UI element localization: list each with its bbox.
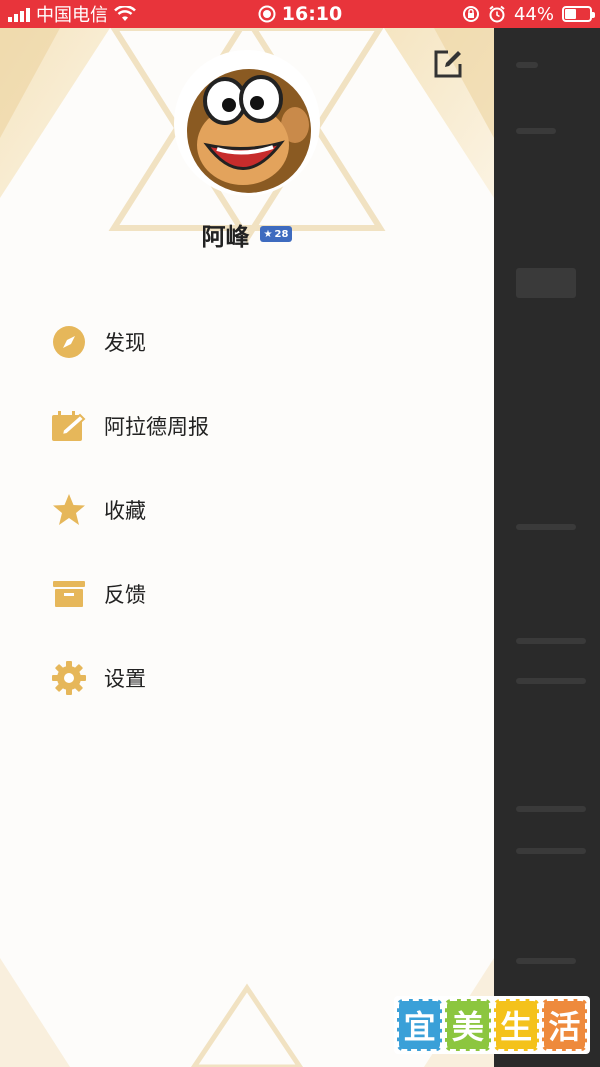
edit-icon xyxy=(434,50,462,78)
alarm-icon xyxy=(489,5,505,23)
menu-item-settings[interactable]: 设置 xyxy=(0,636,494,720)
menu-item-discover[interactable]: 发现 xyxy=(0,300,494,384)
rotation-lock-icon xyxy=(462,6,479,22)
menu-item-favorites[interactable]: 收藏 xyxy=(0,468,494,552)
level-number: 28 xyxy=(274,228,289,240)
wifi-icon xyxy=(114,6,136,21)
side-drawer: 阿峰 ★ 28 发现 阿拉德周报 收藏 反馈 设置 xyxy=(0,28,494,1067)
watermark-char: 活 xyxy=(541,999,587,1051)
monkey-avatar-icon xyxy=(177,53,317,193)
background-app-overlay[interactable] xyxy=(494,28,600,1067)
menu-label: 阿拉德周报 xyxy=(104,415,209,439)
level-badge: ★ 28 xyxy=(259,226,293,242)
menu-label: 反馈 xyxy=(104,583,146,607)
recording-icon xyxy=(258,5,276,23)
cellular-signal-icon xyxy=(8,6,30,22)
watermark-logo: 宜 美 生 活 xyxy=(394,996,590,1054)
menu-label: 设置 xyxy=(104,667,146,691)
watermark-char: 生 xyxy=(493,999,539,1051)
battery-percent: 44% xyxy=(513,3,554,25)
calendar-pencil-icon xyxy=(50,407,88,445)
compass-icon xyxy=(50,323,88,361)
battery-icon xyxy=(562,6,595,22)
carrier-label: 中国电信 xyxy=(36,5,108,26)
star-icon xyxy=(50,491,88,529)
clock: 16:10 xyxy=(281,3,343,25)
avatar[interactable] xyxy=(174,50,320,196)
drawer-menu: 发现 阿拉德周报 收藏 反馈 设置 xyxy=(0,300,494,720)
edit-profile-button[interactable] xyxy=(430,46,466,82)
watermark-char: 美 xyxy=(445,999,491,1051)
menu-item-feedback[interactable]: 反馈 xyxy=(0,552,494,636)
gear-icon xyxy=(50,659,88,697)
menu-label: 发现 xyxy=(104,331,146,355)
inbox-icon xyxy=(50,575,88,613)
username: 阿峰 xyxy=(201,222,250,251)
watermark-char: 宜 xyxy=(397,999,443,1051)
status-bar: 中国电信 16:10 44% xyxy=(0,0,600,28)
menu-item-weekly-report[interactable]: 阿拉德周报 xyxy=(0,384,494,468)
menu-label: 收藏 xyxy=(104,499,146,523)
profile-header: 阿峰 ★ 28 xyxy=(0,214,494,254)
level-shield-icon: ★ xyxy=(263,228,273,240)
